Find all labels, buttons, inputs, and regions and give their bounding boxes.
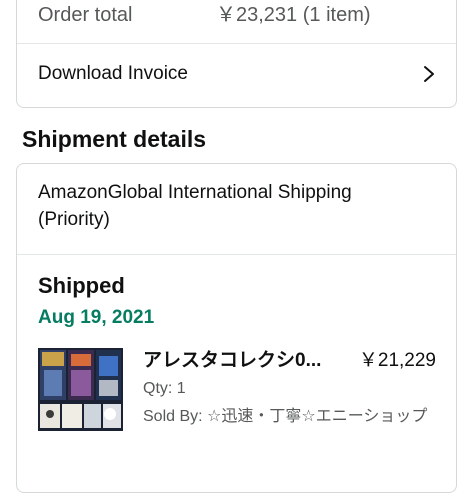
shipment-card: AmazonGlobal International Shipping (Pri… <box>16 163 457 493</box>
download-invoice-row[interactable]: Download Invoice <box>17 44 456 106</box>
order-total-label: Order total <box>38 4 133 26</box>
shipment-status: Shipped <box>38 273 125 298</box>
order-total-row: Order total ￥23,231 (1 item) <box>38 1 440 29</box>
product-image <box>38 348 123 431</box>
divider <box>17 254 456 255</box>
product-thumbnail[interactable] <box>38 348 123 431</box>
order-summary-card: Order total ￥23,231 (1 item) Download In… <box>16 0 457 108</box>
order-total-value: ￥23,231 (1 item) <box>216 4 371 26</box>
download-invoice-label: Download Invoice <box>38 63 188 84</box>
order-details-page: Order total ￥23,231 (1 item) Download In… <box>0 0 475 500</box>
shipping-method: AmazonGlobal International Shipping (Pri… <box>38 182 352 230</box>
shipment-status-date: Aug 19, 2021 <box>38 307 155 328</box>
product-price: ￥21,229 <box>358 350 436 371</box>
shipment-details-title: Shipment details <box>22 126 207 152</box>
product-quantity: Qty: 1 <box>143 380 186 397</box>
chevron-right-icon <box>424 66 434 82</box>
product-title-link[interactable]: アレスタコレクシ0... <box>143 347 343 375</box>
product-seller: Sold By: ☆迅速・丁寧☆エニーショップ <box>143 408 428 425</box>
